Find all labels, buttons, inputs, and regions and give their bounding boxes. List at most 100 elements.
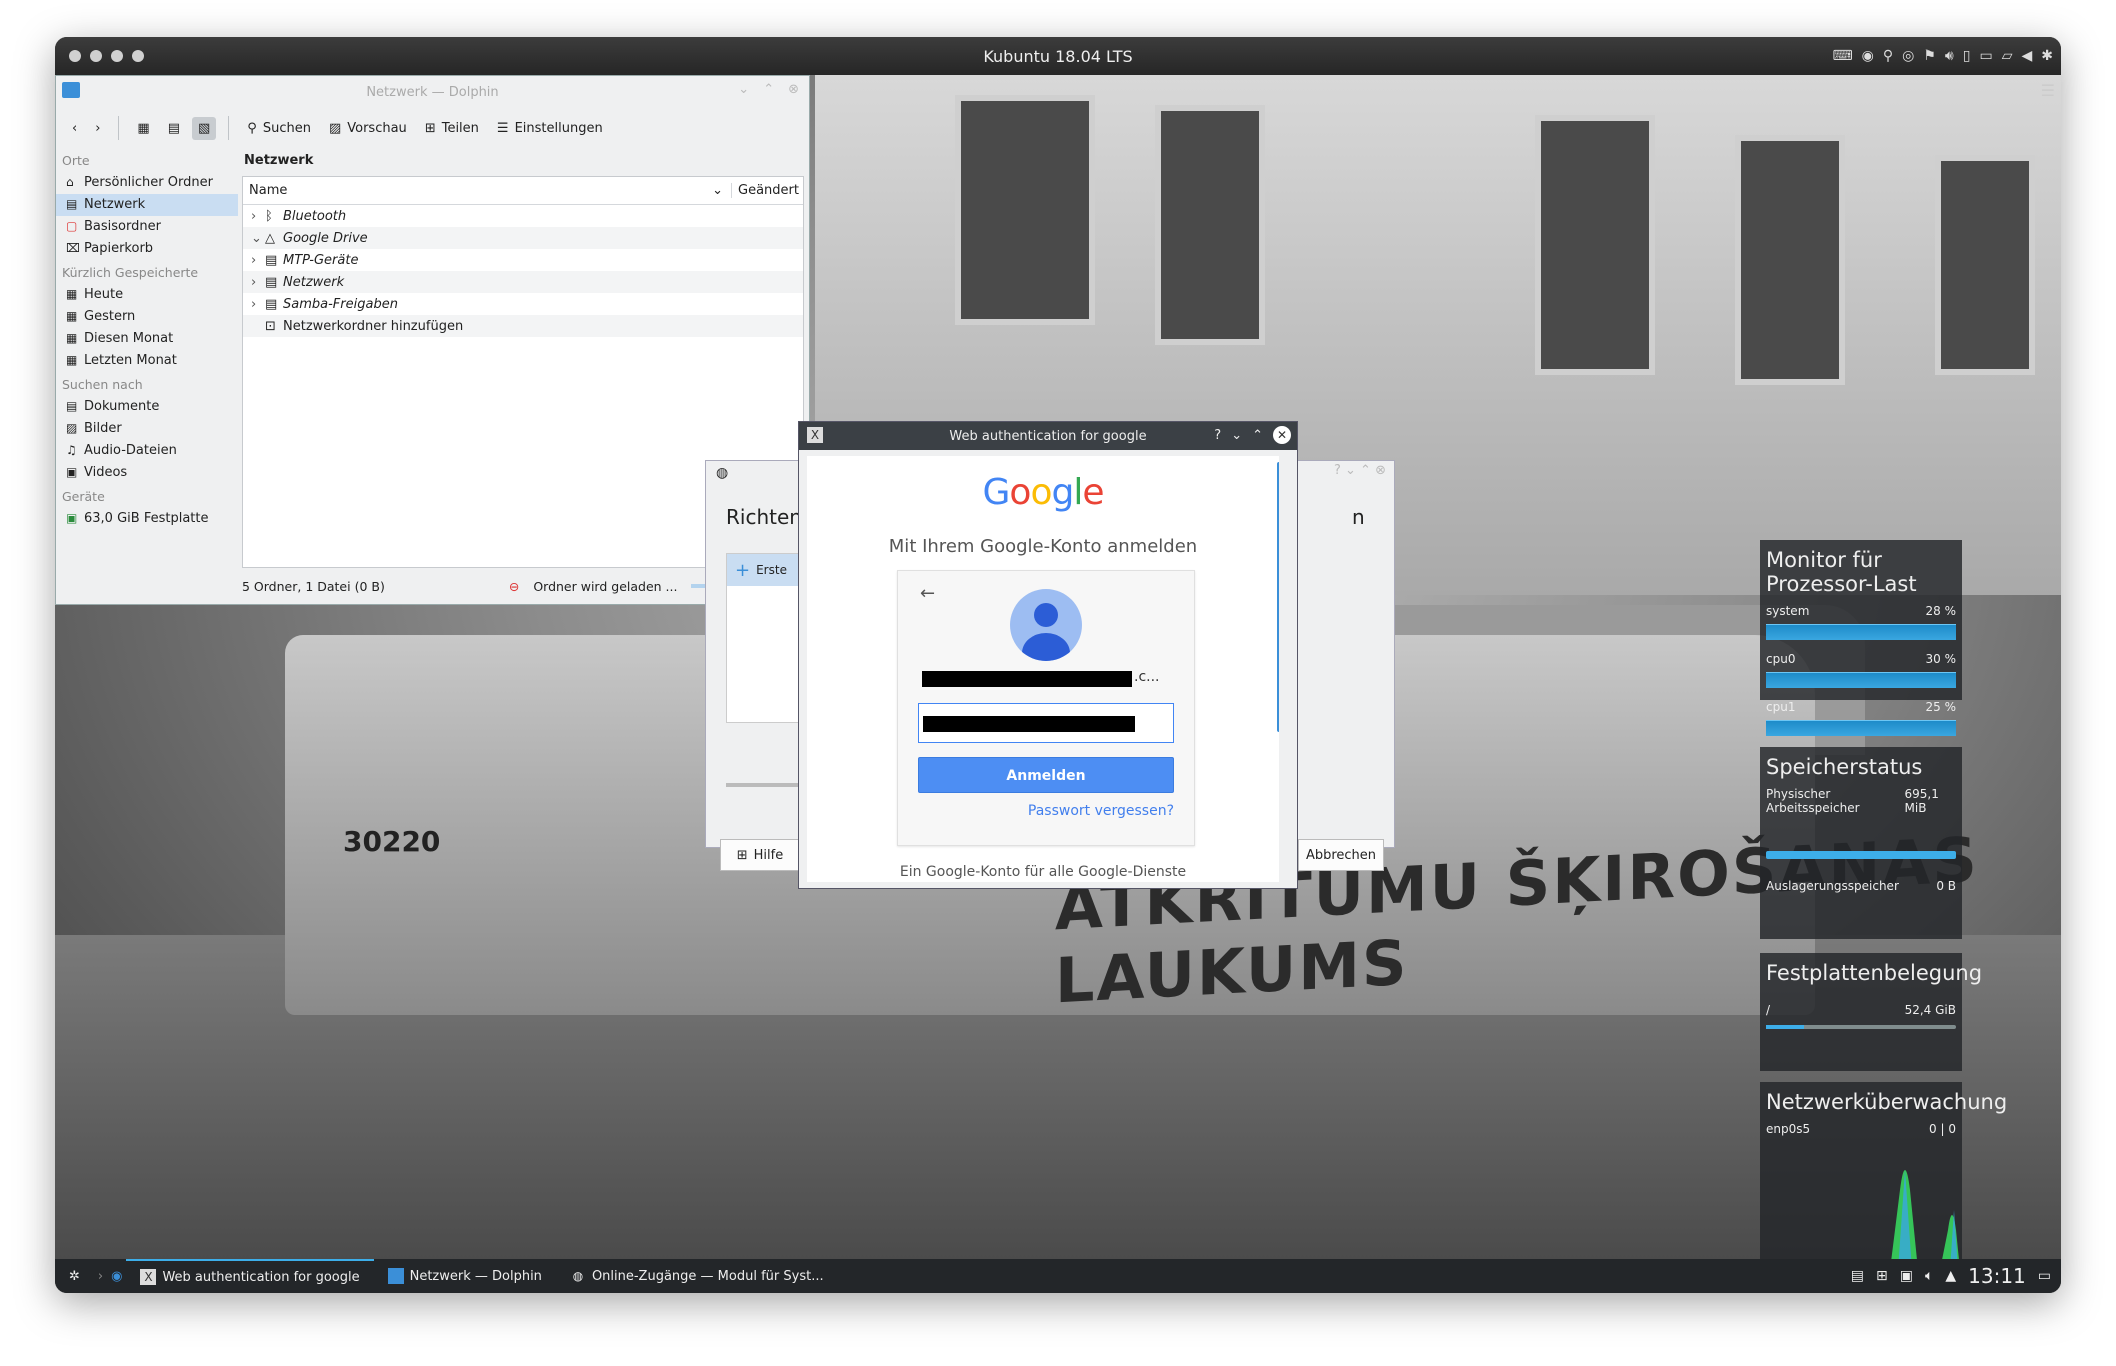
stop-icon[interactable]: ⊖ [509, 579, 519, 594]
search-button[interactable]: ⚲ Suchen [241, 117, 317, 140]
volume-icon[interactable]: 🔈︎ [1925, 1268, 1933, 1284]
sidebar-item-trash[interactable]: ⌧ Papierkorb [56, 238, 238, 260]
chevron-right-icon: › [251, 274, 257, 290]
table-row[interactable]: ⊡ Netzwerkordner hinzufügen [243, 315, 803, 337]
network-icon[interactable]: ⊞ [1876, 1268, 1888, 1284]
web-auth-dialog: X Web authentication for google ? ⌄ ⌃ ✕ Goo… [798, 421, 1298, 889]
show-desktop-icon[interactable]: ▭ [2038, 1268, 2051, 1284]
clock[interactable]: 13:11 [1968, 1264, 2026, 1288]
chromium-icon[interactable]: ◉ [107, 1259, 126, 1293]
plus-icon: + [735, 559, 751, 581]
compact-view-button[interactable]: ▤ [162, 117, 186, 140]
help-button[interactable]: ⊞ Hilfe [720, 839, 800, 871]
task-web-auth[interactable]: X Web authentication for google [126, 1259, 374, 1293]
google-drive-icon: △ [265, 230, 275, 246]
cpu-widget: Monitor für Prozessor-Last system 28 % cp… [1760, 540, 1962, 736]
usb-icon[interactable]: ⚲ [1883, 48, 1893, 64]
table-row[interactable]: › ▤ Samba-Freigaben [243, 293, 803, 315]
web-auth-titlebar: X Web authentication for google ? ⌄ ⌃ ✕ [799, 422, 1297, 450]
x-app-icon: X [140, 1269, 157, 1285]
minimize-icon: ⌄ [1345, 463, 1356, 478]
cancel-button[interactable]: Abbrechen [1298, 839, 1384, 871]
maximize-icon[interactable]: ⌃ [763, 82, 774, 97]
sidebar-item-root[interactable]: ▢ Basisordner [56, 216, 238, 238]
sidebar-item-documents[interactable]: ▤ Dokumente [56, 396, 238, 418]
calendar-icon: ▦ [66, 353, 78, 367]
close-icon[interactable]: ⊗ [788, 82, 799, 97]
vm-title: Kubuntu 18.04 LTS [983, 46, 1133, 66]
places-panel: Orte ⌂ Persönlicher Ordner ▤ Netzwerk ▢ Bas… [56, 148, 238, 568]
terminal-icon[interactable]: › [94, 1259, 107, 1293]
task-dolphin[interactable]: Netzwerk — Dolphin [374, 1259, 556, 1293]
scrollbar[interactable] [1277, 462, 1279, 732]
network-icon[interactable]: ⚑ [1923, 48, 1936, 64]
vm-toolbar-icons[interactable]: ⌨ ◉ ⚲ ◎ ⚑ 🔊︎ ▯ ▭ ▱ ◀ ✱ [1832, 37, 2053, 75]
minimize-icon[interactable]: ⌄ [1231, 428, 1242, 443]
details-view-button[interactable]: ▧ [192, 116, 217, 140]
minimize-icon[interactable]: ⌄ [738, 82, 749, 97]
signin-card: ← .c... Anmelden Passwort vergessen? [897, 570, 1195, 846]
table-row[interactable]: ⌄ △ Google Drive [243, 227, 803, 249]
back-icon[interactable]: ◀ [2021, 48, 2032, 64]
task-online-accounts[interactable]: ◍ Online-Zugänge — Modul für Syst... [556, 1259, 838, 1293]
home-icon: ⌂ [66, 175, 74, 189]
bluetooth-icon: ᛒ [265, 208, 273, 224]
sidebar-item-disk[interactable]: ▣ 63,0 GiB Festplatte [56, 508, 238, 530]
settings-button[interactable]: ☰ Einstellungen [491, 117, 609, 140]
forward-button[interactable]: › [89, 117, 106, 140]
breadcrumb[interactable]: Netzwerk [242, 148, 804, 173]
forgot-password-link[interactable]: Passwort vergessen? [1028, 803, 1174, 819]
desktop-menu-icon[interactable]: ☰ [2041, 81, 2055, 100]
globe-icon: ◍ [716, 465, 729, 481]
memory-widget-title: Speicherstatus [1766, 755, 1923, 779]
speaker-icon[interactable]: 🔊︎ [1945, 48, 1954, 64]
sidebar-item-images[interactable]: ▨ Bilder [56, 418, 238, 440]
close-icon[interactable]: ✕ [1273, 426, 1291, 444]
sidebar-item-last-month[interactable]: ▦ Letzten Monat [56, 350, 238, 372]
accounts-title-right: n [1352, 505, 1365, 529]
table-row[interactable]: › ▤ MTP-Geräte [243, 249, 803, 271]
clipboard-icon[interactable]: ▤ [1851, 1268, 1864, 1284]
app-launcher-icon[interactable]: ✲ [55, 1259, 94, 1293]
sidebar-item-yesterday[interactable]: ▦ Gestern [56, 306, 238, 328]
share-button[interactable]: ⊞ Teilen [419, 117, 485, 140]
sidebar-item-this-month[interactable]: ▦ Diesen Monat [56, 328, 238, 350]
sidebar-item-audio[interactable]: ♫ Audio-Dateien [56, 440, 238, 462]
keyboard-icon[interactable]: ⌨ [1832, 48, 1852, 64]
maximize-icon: ⌃ [1360, 463, 1371, 478]
camera-icon[interactable]: ◉ [1862, 48, 1874, 64]
signin-button[interactable]: Anmelden [918, 757, 1174, 793]
list-item[interactable]: + Erste [727, 554, 805, 586]
back-button[interactable]: ‹ [66, 117, 83, 140]
music-icon: ♫ [66, 443, 77, 457]
accounts-title-left: Richten [726, 505, 802, 529]
devices-header: Geräte [62, 489, 105, 504]
sidebar-item-videos[interactable]: ▣ Videos [56, 462, 238, 484]
video-icon: ▣ [66, 465, 78, 479]
phone-icon[interactable]: ▯ [1963, 48, 1971, 64]
help-icon[interactable]: ? [1214, 428, 1221, 443]
lock-icon[interactable]: ▣ [1900, 1268, 1913, 1284]
network-widget-title: Netzwerküberwachung [1766, 1090, 2008, 1114]
maximize-icon[interactable]: ⌃ [1252, 428, 1263, 443]
chevron-down-icon: ⌄ [251, 230, 262, 246]
sidebar-item-network[interactable]: ▤ Netzwerk [56, 194, 238, 216]
expand-tray-icon[interactable]: ▲ [1945, 1268, 1956, 1284]
preview-button[interactable]: ▨ Vorschau [323, 117, 413, 140]
vm-window: Kubuntu 18.04 LTS ⌨ ◉ ⚲ ◎ ⚑ 🔊︎ ▯ ▭ ▱ ◀ ✱ ATKRITUMU… [55, 37, 2061, 1293]
wallpaper-window [1535, 115, 1655, 375]
folder-icon[interactable]: ▱ [2002, 48, 2013, 64]
back-arrow-icon[interactable]: ← [920, 583, 935, 604]
redacted-email [922, 671, 1132, 687]
video-icon[interactable]: ▭ [1979, 48, 1992, 64]
cd-icon[interactable]: ◎ [1902, 48, 1914, 64]
gear-icon[interactable]: ✱ [2041, 48, 2053, 64]
icons-view-button[interactable]: ▦ [131, 117, 155, 140]
column-changed[interactable]: Geändert [731, 183, 803, 198]
table-row[interactable]: › ᛒ Bluetooth [243, 205, 803, 227]
sidebar-item-home[interactable]: ⌂ Persönlicher Ordner [56, 172, 238, 194]
password-field[interactable] [918, 703, 1174, 743]
table-row[interactable]: › ▤ Netzwerk [243, 271, 803, 293]
column-name[interactable]: Name ⌄ [243, 183, 731, 198]
sidebar-item-today[interactable]: ▦ Heute [56, 284, 238, 306]
